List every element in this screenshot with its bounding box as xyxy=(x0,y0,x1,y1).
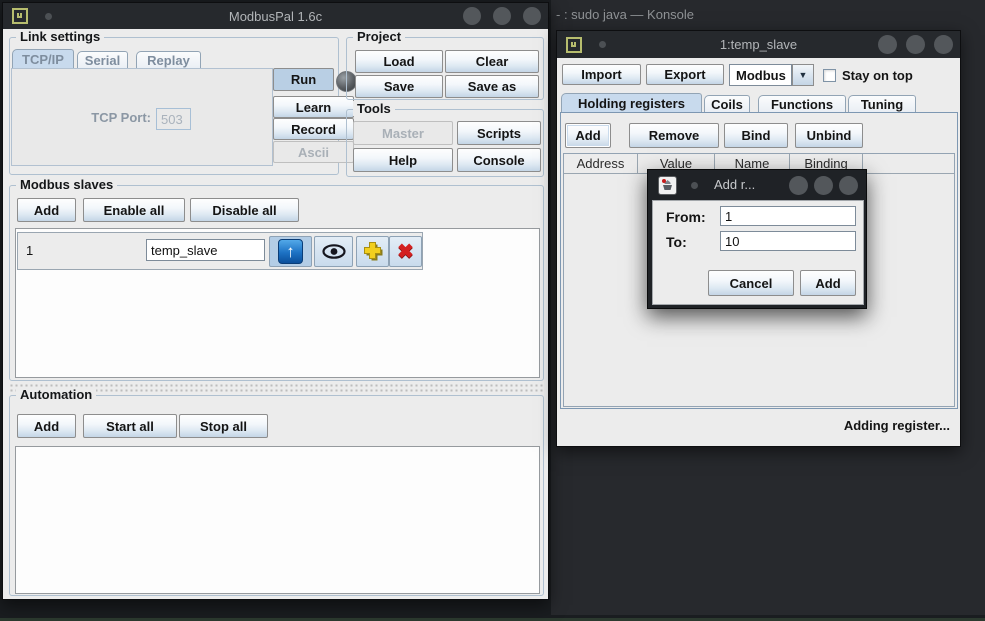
status-bar-text: Adding register... xyxy=(560,418,950,433)
minimize-button[interactable] xyxy=(789,176,808,195)
load-button[interactable]: Load xyxy=(355,50,443,73)
close-button[interactable] xyxy=(839,176,858,195)
tcp-port-label: TCP Port: xyxy=(61,110,151,125)
tab-functions[interactable]: Functions xyxy=(758,95,846,112)
tab-serial[interactable]: Serial xyxy=(77,51,128,69)
dialog-cancel-button[interactable]: Cancel xyxy=(708,270,794,296)
window-menu-icon[interactable] xyxy=(566,37,582,53)
tab-replay[interactable]: Replay xyxy=(136,51,201,69)
dialog-add-button[interactable]: Add xyxy=(800,270,856,296)
register-bind-button[interactable]: Bind xyxy=(724,123,788,148)
record-button[interactable]: Record xyxy=(273,118,354,140)
automation-add-button[interactable]: Add xyxy=(17,414,76,438)
tab-tuning[interactable]: Tuning xyxy=(848,95,916,112)
register-remove-button[interactable]: Remove xyxy=(629,123,719,148)
java-app-icon xyxy=(658,176,677,195)
close-button[interactable] xyxy=(523,7,541,25)
slave-id-label: 1 xyxy=(26,243,33,258)
master-button: Master xyxy=(353,121,453,145)
slave-add-button[interactable]: Add xyxy=(17,198,76,222)
help-button[interactable]: Help xyxy=(353,148,453,172)
modbuspal-titlebar[interactable]: ModbusPal 1.6c xyxy=(3,3,548,29)
to-label: To: xyxy=(666,234,687,250)
ascii-button: Ascii xyxy=(273,141,354,163)
modbus-slaves-title: Modbus slaves xyxy=(16,177,117,192)
to-field[interactable] xyxy=(720,231,856,251)
learn-button[interactable]: Learn xyxy=(273,96,354,118)
save-as-button[interactable]: Save as xyxy=(445,75,539,98)
slave-titlebar[interactable]: 1:temp_slave xyxy=(557,31,960,58)
titlebar-dot xyxy=(691,182,698,189)
disable-all-button[interactable]: Disable all xyxy=(190,198,299,222)
delete-x-icon: ✖ xyxy=(397,239,414,264)
scripts-button[interactable]: Scripts xyxy=(457,121,541,145)
window-menu-icon[interactable] xyxy=(12,8,28,24)
save-button[interactable]: Save xyxy=(355,75,443,98)
plus-icon xyxy=(362,241,384,263)
dialog-titlebar[interactable]: Add r... xyxy=(648,170,866,200)
tab-coils[interactable]: Coils xyxy=(704,95,750,112)
register-unbind-button[interactable]: Unbind xyxy=(795,123,863,148)
enable-all-button[interactable]: Enable all xyxy=(83,198,185,222)
tab-holding-registers[interactable]: Holding registers xyxy=(561,93,702,112)
dialog-title: Add r... xyxy=(714,177,755,192)
slave-duplicate-button[interactable] xyxy=(356,236,389,267)
clear-button[interactable]: Clear xyxy=(445,50,539,73)
titlebar-dot xyxy=(599,41,606,48)
minimize-button[interactable] xyxy=(878,35,897,54)
link-settings-title: Link settings xyxy=(16,29,104,44)
modbus-mode-combobox[interactable]: Modbus xyxy=(729,64,792,86)
dialog-content: From: To: Cancel Add xyxy=(652,200,864,305)
from-label: From: xyxy=(666,209,706,225)
console-button[interactable]: Console xyxy=(457,148,541,172)
modbuspal-window: ModbusPal 1.6c Link settings TCP/IP Seri… xyxy=(2,2,549,600)
maximize-button[interactable] xyxy=(814,176,833,195)
slave-name-field[interactable] xyxy=(146,239,265,261)
export-button[interactable]: Export xyxy=(646,64,724,85)
slave-enable-toggle-button[interactable]: ↑ xyxy=(269,236,312,267)
combobox-arrow-icon[interactable]: ▼ xyxy=(792,64,814,86)
automation-title: Automation xyxy=(16,387,96,402)
close-button[interactable] xyxy=(934,35,953,54)
from-field[interactable] xyxy=(720,206,856,226)
tools-title: Tools xyxy=(353,101,395,116)
add-register-dialog: Add r... From: To: Cancel Add xyxy=(647,169,867,309)
minimize-button[interactable] xyxy=(463,7,481,25)
tcp-port-field xyxy=(156,108,191,130)
stay-on-top-checkbox[interactable] xyxy=(823,69,836,82)
up-arrow-icon: ↑ xyxy=(278,239,303,264)
start-all-button[interactable]: Start all xyxy=(83,414,177,438)
titlebar-dot xyxy=(45,13,52,20)
modbuspal-content: Link settings TCP/IP Serial Replay TCP P… xyxy=(3,29,548,599)
eye-icon xyxy=(322,244,346,259)
stay-on-top-label: Stay on top xyxy=(842,68,913,83)
automation-list-panel xyxy=(15,446,540,594)
maximize-button[interactable] xyxy=(493,7,511,25)
project-title: Project xyxy=(353,29,405,44)
tab-tcpip[interactable]: TCP/IP xyxy=(12,49,74,69)
column-header-address: Address xyxy=(564,154,638,173)
stop-all-button[interactable]: Stop all xyxy=(179,414,268,438)
import-button[interactable]: Import xyxy=(562,64,641,85)
slave-delete-button[interactable]: ✖ xyxy=(389,236,422,267)
maximize-button[interactable] xyxy=(906,35,925,54)
column-header-filler xyxy=(863,154,954,173)
konsole-window-title: - : sudo java — Konsole xyxy=(556,7,694,22)
register-add-button[interactable]: Add xyxy=(565,123,611,148)
slave-view-button[interactable] xyxy=(314,236,353,267)
run-button[interactable]: Run xyxy=(273,68,334,91)
